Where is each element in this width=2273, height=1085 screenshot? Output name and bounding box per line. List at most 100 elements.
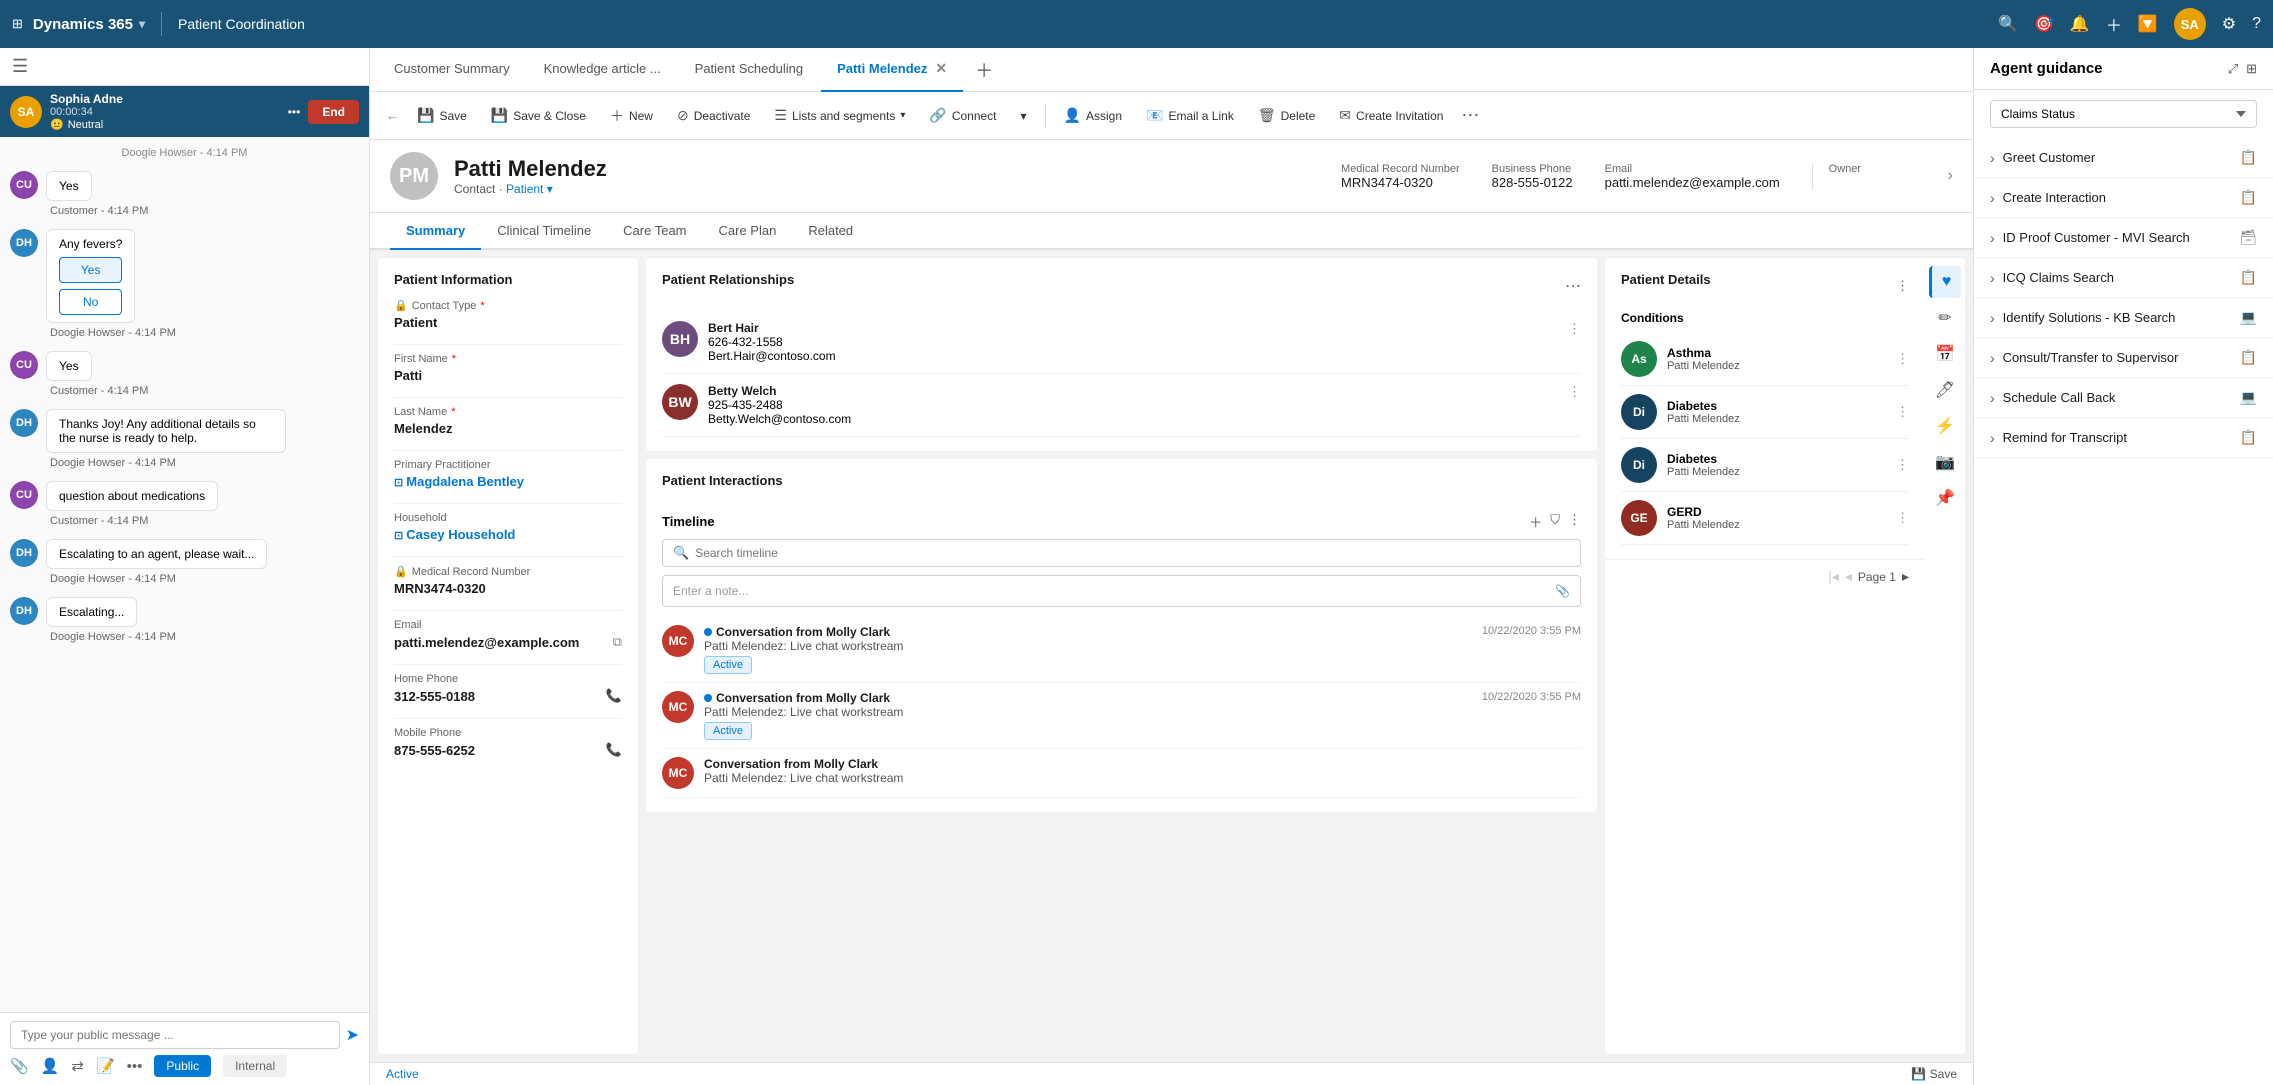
diabetes1-more-icon[interactable]: ⋮ (1896, 404, 1909, 420)
public-mode-button[interactable]: Public (154, 1055, 211, 1077)
brand-chevron[interactable]: ▾ (139, 17, 145, 31)
bert-more-icon[interactable]: ⋮ (1568, 321, 1581, 337)
plus-icon[interactable]: ＋ (2106, 12, 2122, 36)
edit-record-icon[interactable]: ✏ (1929, 302, 1961, 334)
ag-step-create-interaction[interactable]: › Create Interaction 📋 (1974, 178, 2273, 218)
brand-name: Dynamics 365 (33, 16, 133, 33)
gerd-more-icon[interactable]: ⋮ (1896, 510, 1909, 526)
attachment-icon[interactable]: 📎 (10, 1057, 29, 1075)
pin-icon[interactable]: 📌 (1929, 482, 1961, 514)
camera-icon[interactable]: 📷 (1929, 446, 1961, 478)
practitioner-value[interactable]: Magdalena Bentley (394, 474, 622, 489)
first-page-button[interactable]: |◂ (1828, 568, 1839, 585)
lightning-icon[interactable]: ⚡ (1929, 410, 1961, 442)
pen-icon[interactable]: 🖊 (1929, 374, 1961, 406)
prev-page-button[interactable]: ◂ (1845, 568, 1852, 585)
new-button[interactable]: ＋ New (600, 101, 663, 131)
ag-grid-icon[interactable]: ⊞ (2246, 61, 2257, 77)
internal-mode-button[interactable]: Internal (223, 1055, 287, 1077)
end-button[interactable]: End (308, 100, 359, 124)
tab-close-icon[interactable]: ✕ (935, 60, 947, 77)
filter-timeline-icon[interactable]: ⛉ (1550, 512, 1560, 531)
header-chevron[interactable]: › (1948, 167, 1953, 185)
lists-segments-button[interactable]: ☰ Lists and segments ▾ (764, 102, 915, 129)
phone-icon[interactable]: 📞 (606, 688, 622, 704)
ag-step-schedule-callback[interactable]: › Schedule Call Back 💻 (1974, 378, 2273, 418)
ag-step-remind-transcript[interactable]: › Remind for Transcript 📋 (1974, 418, 2273, 458)
person-icon[interactable]: 👤 (41, 1057, 60, 1075)
patient-label[interactable]: Patient ▾ (506, 182, 553, 196)
details-more-icon[interactable]: ⋮ (1896, 278, 1909, 294)
tab-care-team[interactable]: Care Team (607, 213, 702, 250)
note-input-area[interactable]: Enter a note... 📎 (662, 575, 1581, 607)
email-link-button[interactable]: 📧 Email a Link (1136, 102, 1244, 129)
add-tab-button[interactable]: ＋ (965, 48, 1003, 92)
bell-icon[interactable]: 🔔 (2070, 14, 2090, 34)
mrn-form-value: MRN3474-0320 (394, 581, 622, 596)
ag-expand-icon[interactable]: ⤢ (2228, 61, 2238, 77)
tab-care-plan[interactable]: Care Plan (703, 213, 793, 250)
user-avatar[interactable]: SA (2174, 8, 2206, 40)
msg-sender-dh: Doogie Howser - 4:14 PM (10, 457, 359, 469)
more-icon[interactable]: ••• (127, 1058, 143, 1075)
mobile-phone-icon[interactable]: 📞 (606, 742, 622, 758)
toolbar-more-icon[interactable]: ⋯ (1461, 105, 1479, 126)
tab-knowledge-article[interactable]: Knowledge article ... (528, 48, 677, 92)
search-icon[interactable]: 🔍 (1998, 14, 2018, 34)
hamburger-icon[interactable]: ☰ (12, 56, 28, 77)
email-copy-icon[interactable]: ⧉ (613, 634, 622, 650)
no-choice-button[interactable]: No (59, 289, 122, 315)
connect-button[interactable]: 🔗 Connect (919, 102, 1006, 129)
lists-chevron[interactable]: ▾ (900, 110, 905, 121)
tab-related[interactable]: Related (792, 213, 869, 250)
save-bottom-button[interactable]: 💾 Save (1911, 1067, 1957, 1081)
household-value[interactable]: Casey Household (394, 527, 622, 542)
relationships-more-icon[interactable]: ⋯ (1565, 276, 1581, 296)
save-button[interactable]: 💾 Save (407, 102, 477, 129)
tl-date-2: 10/22/2020 3:55 PM (1482, 691, 1581, 740)
ag-step-identify-solutions[interactable]: › Identify Solutions - KB Search 💻 (1974, 298, 2273, 338)
heart-icon[interactable]: ♥ (1929, 266, 1961, 298)
claims-status-select[interactable]: Claims Status (1990, 100, 2257, 128)
tab-patient-scheduling[interactable]: Patient Scheduling (679, 48, 819, 92)
attachment-icon[interactable]: 📎 (1555, 584, 1570, 598)
send-icon[interactable]: ➤ (346, 1025, 359, 1045)
settings-icon[interactable]: ⚙ (2222, 14, 2236, 34)
deactivate-button[interactable]: ⊘ Deactivate (667, 102, 760, 129)
ag-step-icq-claims[interactable]: › ICQ Claims Search 📋 (1974, 258, 2273, 298)
tl-badge-2: Active (704, 722, 752, 740)
timeline-search-input[interactable] (695, 546, 1570, 560)
yes-choice-button[interactable]: Yes (59, 257, 122, 283)
diabetes2-more-icon[interactable]: ⋮ (1896, 457, 1909, 473)
msg-row: CU question about medications (10, 481, 359, 511)
calendar-icon[interactable]: 📅 (1929, 338, 1961, 370)
tab-customer-summary[interactable]: Customer Summary (378, 48, 526, 92)
betty-more-icon[interactable]: ⋮ (1568, 384, 1581, 400)
delete-button[interactable]: 🗑 Delete (1248, 102, 1325, 129)
next-page-button[interactable]: ▸ (1902, 568, 1909, 585)
create-invitation-button[interactable]: ✉ Create Invitation (1329, 102, 1453, 129)
ag-step-greet[interactable]: › Greet Customer 📋 (1974, 138, 2273, 178)
tab-summary[interactable]: Summary (390, 213, 481, 250)
save-close-button[interactable]: 💾 Save & Close (481, 102, 596, 129)
add-timeline-icon[interactable]: ＋ (1529, 512, 1542, 531)
more-timeline-icon[interactable]: ⋮ (1568, 512, 1581, 531)
more-icon[interactable]: ••• (288, 105, 301, 119)
ag-step-id-proof[interactable]: › ID Proof Customer - MVI Search 🗃 (1974, 218, 2273, 258)
ag-step-consult-transfer[interactable]: › Consult/Transfer to Supervisor 📋 (1974, 338, 2273, 378)
grid-icon[interactable]: ⊞ (12, 16, 23, 32)
target-icon[interactable]: 🎯 (2034, 14, 2054, 34)
transfer-icon[interactable]: ⇄ (71, 1057, 84, 1075)
assign-button[interactable]: 👤 Assign (1054, 102, 1132, 129)
asthma-more-icon[interactable]: ⋮ (1896, 351, 1909, 367)
help-icon[interactable]: ? (2252, 15, 2261, 33)
tab-clinical-timeline[interactable]: Clinical Timeline (481, 213, 607, 250)
tab-patti-melendez[interactable]: Patti Melendez ✕ (821, 48, 963, 92)
chat-input[interactable] (10, 1021, 340, 1049)
betty-info: Betty Welch 925-435-2488 Betty.Welch@con… (708, 384, 1558, 426)
connect-more-button[interactable]: ▾ (1011, 104, 1037, 128)
tab-label: Customer Summary (394, 61, 510, 76)
back-icon[interactable]: ← (386, 108, 399, 123)
note-icon[interactable]: 📝 (96, 1057, 115, 1075)
filter-icon[interactable]: 🔽 (2138, 14, 2158, 34)
